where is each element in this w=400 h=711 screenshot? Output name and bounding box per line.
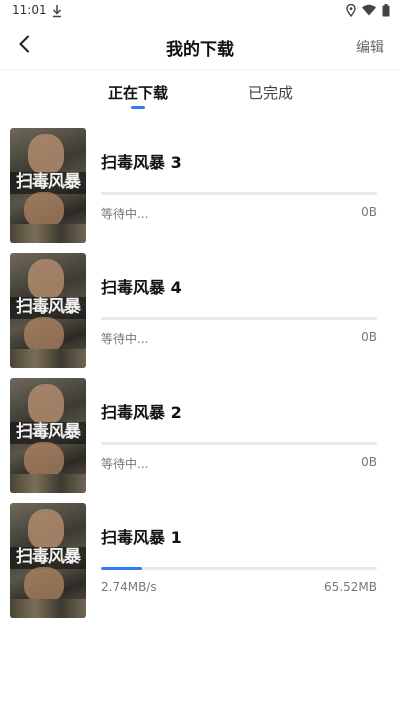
progress-bar (101, 317, 377, 320)
poster-thumbnail: 扫毒风暴 (10, 503, 86, 618)
location-icon (346, 3, 356, 17)
poster-title: 扫毒风暴 (16, 422, 81, 442)
download-item[interactable]: 扫毒风暴 扫毒风暴 3 等待中... 0B (0, 120, 400, 243)
progress-bar (101, 192, 377, 195)
battery-icon (382, 3, 390, 17)
poster-thumbnail: 扫毒风暴 (10, 378, 86, 493)
tab-indicator (131, 106, 145, 109)
tab-downloading[interactable]: 正在下载 (108, 82, 168, 103)
status-bar: 11:01 (0, 0, 400, 22)
download-item[interactable]: 扫毒风暴 扫毒风暴 4 等待中... 0B (0, 245, 400, 368)
download-item[interactable]: 扫毒风暴 扫毒风暴 1 2.74MB/s 65.52MB (0, 495, 400, 618)
poster-title: 扫毒风暴 (16, 547, 81, 567)
tab-bar: 正在下载 已完成 (0, 72, 400, 114)
item-title: 扫毒风暴 1 (101, 528, 182, 547)
download-size: 0B (361, 330, 377, 344)
progress-bar (101, 567, 377, 570)
tab-completed[interactable]: 已完成 (248, 82, 293, 103)
wifi-icon (362, 4, 376, 16)
download-icon (52, 3, 62, 18)
progress-bar (101, 442, 377, 445)
page-title: 我的下载 (166, 40, 234, 60)
item-title: 扫毒风暴 2 (101, 403, 182, 422)
poster-title: 扫毒风暴 (16, 172, 81, 192)
header: 我的下载 编辑 (0, 22, 400, 70)
download-status: 等待中... (101, 457, 149, 471)
item-title: 扫毒风暴 4 (101, 278, 182, 297)
download-size: 65.52MB (324, 580, 377, 594)
download-size: 0B (361, 455, 377, 469)
download-status: 等待中... (101, 332, 149, 346)
poster-title: 扫毒风暴 (16, 297, 81, 317)
status-time: 11:01 (12, 3, 47, 17)
edit-button[interactable]: 编辑 (356, 37, 384, 57)
poster-thumbnail: 扫毒风暴 (10, 253, 86, 368)
download-item[interactable]: 扫毒风暴 扫毒风暴 2 等待中... 0B (0, 370, 400, 493)
download-speed: 2.74MB/s (101, 580, 157, 594)
status-icons (346, 3, 390, 17)
download-size: 0B (361, 205, 377, 219)
download-status: 等待中... (101, 207, 149, 221)
poster-thumbnail: 扫毒风暴 (10, 128, 86, 243)
item-title: 扫毒风暴 3 (101, 153, 182, 172)
